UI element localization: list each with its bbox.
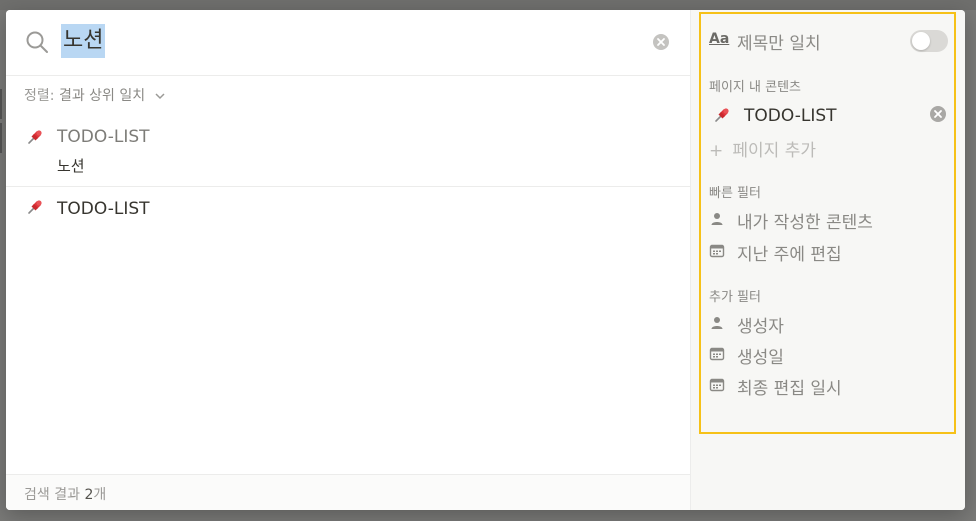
calendar-icon	[709, 347, 725, 361]
search-input[interactable]: 노션	[61, 24, 106, 58]
sort-dropdown[interactable]: 정렬: 결과 상위 일치	[24, 86, 166, 106]
add-page-label: 페이지 추가	[732, 141, 817, 161]
filter-label: 최종 편집 일시	[737, 379, 842, 399]
plus-icon: +	[709, 141, 724, 161]
person-icon	[711, 317, 723, 329]
search-bar: 노션	[6, 10, 690, 76]
chevron-down-icon	[155, 93, 165, 100]
title-only-toggle[interactable]	[910, 30, 948, 52]
toggle-knob	[912, 32, 930, 50]
more-filter-section-label: 추가 필터	[709, 290, 761, 305]
sort-value: 결과 상위 일치	[58, 88, 146, 104]
search-result-item[interactable]: TODO-LIST	[6, 187, 690, 231]
filter-label: 생성자	[737, 317, 784, 337]
clear-search-icon[interactable]	[652, 33, 670, 51]
result-title: TODO-LIST	[57, 199, 150, 219]
search-results-panel: 노션 정렬: 결과 상위 일치 TODO-LIST 노션 TODO-LIST 검…	[6, 10, 690, 510]
calendar-icon	[709, 244, 725, 258]
search-icon	[26, 31, 48, 53]
filter-label: 생성일	[737, 348, 784, 368]
results-footer: 검색 결과 2개	[6, 474, 690, 510]
pushpin-icon	[715, 108, 729, 122]
in-page-section-label: 페이지 내 콘텐츠	[709, 80, 801, 95]
selected-page-filter[interactable]: TODO-LIST	[744, 106, 837, 126]
result-title: TODO-LIST	[57, 127, 150, 147]
calendar-icon	[709, 378, 725, 392]
search-result-item[interactable]: TODO-LIST 노션	[6, 116, 690, 187]
background-app	[0, 0, 976, 10]
pushpin-icon	[28, 200, 42, 214]
result-count-suffix: 개	[93, 487, 107, 503]
person-icon	[711, 213, 723, 225]
search-modal: 노션 정렬: 결과 상위 일치 TODO-LIST 노션 TODO-LIST 검…	[6, 10, 965, 510]
filter-label: 내가 작성한 콘텐츠	[737, 213, 873, 233]
title-only-icon: Aa	[709, 31, 730, 47]
filter-panel: Aa 제목만 일치 페이지 내 콘텐츠 TODO-LIST + 페이지 추가 빠…	[690, 10, 965, 510]
quick-filter-section-label: 빠른 필터	[709, 186, 761, 201]
remove-page-icon[interactable]	[929, 105, 947, 123]
add-page-button[interactable]: + 페이지 추가	[709, 136, 816, 161]
result-count-prefix: 검색 결과	[24, 487, 80, 503]
result-count: 검색 결과 2개	[24, 484, 106, 504]
title-only-label: 제목만 일치	[737, 34, 821, 54]
result-breadcrumb: 노션	[57, 157, 85, 175]
sort-label: 정렬:	[24, 88, 55, 104]
filter-label: 지난 주에 편집	[737, 245, 842, 265]
pushpin-icon	[28, 130, 42, 144]
